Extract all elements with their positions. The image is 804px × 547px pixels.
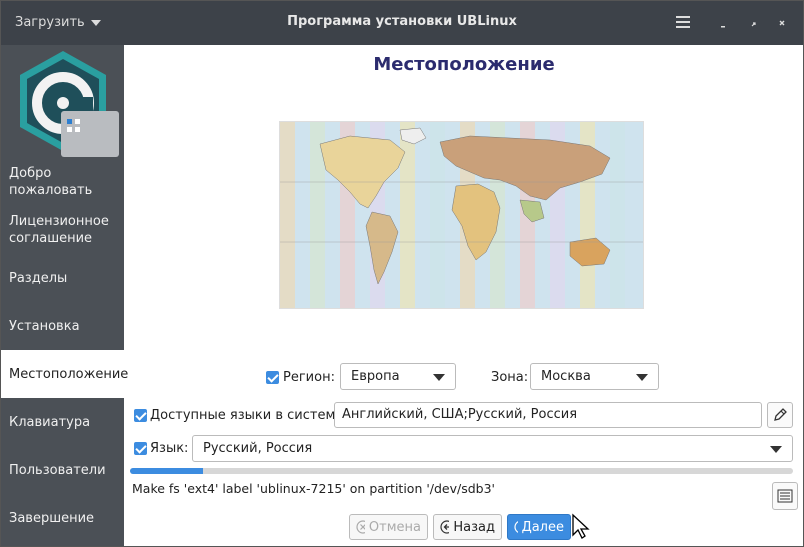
language-checkbox[interactable] — [134, 442, 147, 455]
edit-languages-button[interactable] — [767, 402, 793, 428]
cancel-icon — [356, 520, 365, 534]
back-arrow-icon — [440, 520, 450, 534]
show-log-button[interactable] — [772, 482, 798, 510]
chevron-down-icon — [636, 374, 648, 381]
sidebar-item-users[interactable]: Пользователи — [1, 462, 124, 479]
next-button[interactable]: Далее — [507, 514, 571, 540]
languages-label: Доступные языки в системе: — [150, 408, 348, 423]
mouse-cursor-icon — [572, 513, 590, 539]
languages-value: Английский, США;Русский, Россия — [342, 407, 578, 422]
zone-label: Зона: — [491, 370, 529, 385]
back-label: Назад — [453, 519, 495, 535]
languages-checkbox[interactable] — [134, 409, 147, 422]
sidebar-item-partitions[interactable]: Разделы — [1, 270, 124, 287]
chevron-down-icon — [433, 374, 445, 381]
page-title: Местоположение — [373, 54, 555, 75]
sidebar-item-install[interactable]: Установка — [1, 318, 124, 335]
chevron-down-icon — [770, 446, 782, 453]
installer-window: Загрузить Программа установки UBLinux До… — [0, 0, 804, 547]
sidebar-item-license[interactable]: Лицензионное соглашение — [1, 213, 124, 247]
sidebar-item-label: Пользователи — [9, 463, 106, 478]
language-label: Язык: — [150, 441, 189, 456]
pencil-icon — [774, 408, 787, 421]
back-button[interactable]: Назад — [433, 514, 502, 540]
sidebar-item-keyboard[interactable]: Клавиатура — [1, 414, 124, 431]
sidebar-item-finish[interactable]: Завершение — [1, 510, 124, 527]
sidebar-item-label: Разделы — [9, 271, 68, 286]
region-checkbox[interactable] — [266, 371, 279, 384]
region-label: Регион: — [283, 370, 335, 385]
zone-value: Москва — [541, 369, 591, 384]
ublinux-logo — [20, 51, 119, 157]
progress-fill — [130, 468, 203, 474]
sidebar-item-location[interactable]: Местоположение — [1, 350, 128, 398]
sidebar: Добро пожаловать Лицензионное соглашение… — [1, 45, 128, 546]
minimize-icon[interactable] — [713, 13, 733, 33]
sidebar-item-label: Завершение — [9, 511, 95, 526]
forward-arrow-icon — [514, 521, 518, 533]
language-select[interactable]: Русский, Россия — [192, 435, 793, 462]
close-icon[interactable] — [772, 13, 792, 33]
zone-select[interactable]: Москва — [530, 363, 659, 390]
region-select[interactable]: Европа — [340, 363, 456, 390]
status-log: Make fs 'ext4' label 'ublinux-7215' on p… — [132, 481, 495, 496]
region-value: Европа — [351, 369, 400, 384]
sidebar-item-label: Добро пожаловать — [9, 166, 93, 198]
timezone-world-map[interactable] — [279, 121, 644, 309]
languages-field[interactable]: Английский, США;Русский, Россия — [334, 402, 762, 428]
sidebar-item-label: Установка — [9, 319, 80, 334]
log-list-icon — [777, 489, 793, 503]
sidebar-item-label: Лицензионное соглашение — [9, 214, 109, 246]
cancel-label: Отмена — [368, 519, 421, 535]
language-value: Русский, Россия — [203, 441, 313, 456]
install-progress-bar — [130, 468, 793, 474]
titlebar: Загрузить Программа установки UBLinux — [1, 1, 803, 45]
cancel-button[interactable]: Отмена — [349, 514, 428, 540]
maximize-icon[interactable] — [743, 13, 763, 33]
sidebar-item-label: Клавиатура — [9, 415, 91, 430]
next-label: Далее — [521, 519, 564, 535]
sidebar-item-welcome[interactable]: Добро пожаловать — [1, 165, 124, 199]
sidebar-item-label: Местоположение — [9, 367, 129, 382]
hamburger-icon[interactable] — [673, 13, 693, 33]
